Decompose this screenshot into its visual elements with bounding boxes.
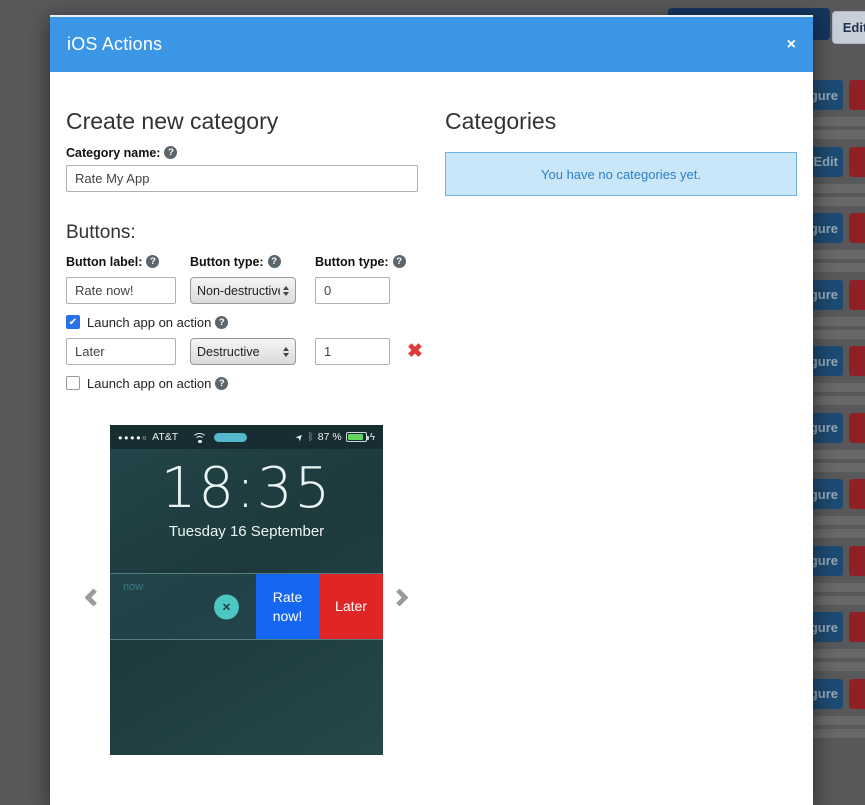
buttons-heading: Buttons: [66,222,438,244]
launch-app-checkbox[interactable] [66,376,80,390]
notification-action-rate[interactable]: Rate now! [256,574,319,639]
clock-date: Tuesday 16 September [110,523,383,540]
delete-button[interactable] [849,346,865,376]
signal-dots-icon: ●●●●○ [118,433,148,442]
help-icon[interactable]: ? [268,255,281,268]
create-category-form: Create new category Category name: ? But… [66,108,438,755]
battery-icon [346,432,367,442]
modal-title: iOS Actions [67,34,162,55]
charging-bolt-icon: ϟ [370,432,375,443]
button-type-column-header: Button type: [315,255,389,269]
delete-button[interactable] [849,280,865,310]
notification-action-later[interactable]: Later [319,574,383,639]
button-row-1: Non-destructive [66,277,438,304]
delete-button[interactable] [849,479,865,509]
redacted-pill [214,433,247,442]
dismiss-icon[interactable]: × [214,594,239,619]
lockscreen-clock-area: 18:35 Tuesday 16 September [110,449,383,573]
wifi-icon [192,432,207,443]
category-name-input[interactable] [66,165,418,192]
ios-actions-modal: iOS Actions × Create new category Catego… [50,15,813,805]
help-icon[interactable]: ? [164,146,177,159]
launch-app-row-1: ✔ Launch app on action ? [66,314,438,330]
select-arrows-icon [283,347,289,357]
modal-header: iOS Actions × [50,17,813,72]
remove-button-icon[interactable]: ✖ [407,342,423,361]
button-order-input[interactable] [315,338,390,365]
help-icon[interactable]: ? [393,255,406,268]
select-arrows-icon [283,286,289,296]
launch-app-checkbox[interactable]: ✔ [66,315,80,329]
help-icon[interactable]: ? [215,377,228,390]
delete-button[interactable] [849,546,865,576]
button-type-column-header: Button type: [190,255,264,269]
notification-body: now × [110,574,256,639]
button-label-input[interactable] [66,277,176,304]
categories-heading: Categories [445,108,797,135]
notification-timestamp: now [123,581,143,593]
close-icon[interactable]: × [787,37,796,53]
delete-button[interactable] [849,213,865,243]
launch-app-label: Launch app on action [87,376,211,391]
launch-app-row-2: Launch app on action ? [66,375,438,391]
notification-banner: now × Rate now! Later [110,573,383,640]
phone-status-bar: ●●●●○ AT&T ➤ ᛒ 87 % ϟ [110,425,383,449]
button-type-select[interactable]: Destructive [190,338,296,365]
category-name-label: Category name: [66,146,160,160]
delete-button[interactable] [849,679,865,709]
delete-button[interactable] [849,147,865,177]
page-title: Create new category [66,108,438,135]
button-order-input[interactable] [315,277,390,304]
bluetooth-icon: ᛒ [308,432,314,443]
button-row-2: Destructive ✖ [66,338,438,365]
launch-app-label: Launch app on action [87,315,211,330]
help-icon[interactable]: ? [215,316,228,329]
iphone-lockscreen-preview: ●●●●○ AT&T ➤ ᛒ 87 % ϟ 18:35 Tuesday 16 S… [110,425,383,755]
delete-button[interactable] [849,80,865,110]
button-label-column-header: Button label: [66,255,142,269]
chevron-right-icon[interactable] [393,591,409,604]
button-label-input[interactable] [66,338,176,365]
lockscreen-lower-area [110,640,383,755]
battery-percent: 87 % [318,431,342,443]
chevron-left-icon[interactable] [84,591,100,604]
clock-time: 18:35 [110,457,383,521]
notification-preview-carousel: ●●●●○ AT&T ➤ ᛒ 87 % ϟ 18:35 Tuesday 16 S… [84,425,438,755]
carrier-label: AT&T [152,431,178,443]
delete-button[interactable] [849,612,865,642]
categories-panel: Categories You have no categories yet. [438,108,797,755]
delete-button[interactable] [849,413,865,443]
empty-categories-notice: You have no categories yet. [445,152,797,196]
location-icon: ➤ [293,430,306,443]
background-edit-button[interactable]: Edit [832,11,865,44]
help-icon[interactable]: ? [146,255,159,268]
button-type-select[interactable]: Non-destructive [190,277,296,304]
